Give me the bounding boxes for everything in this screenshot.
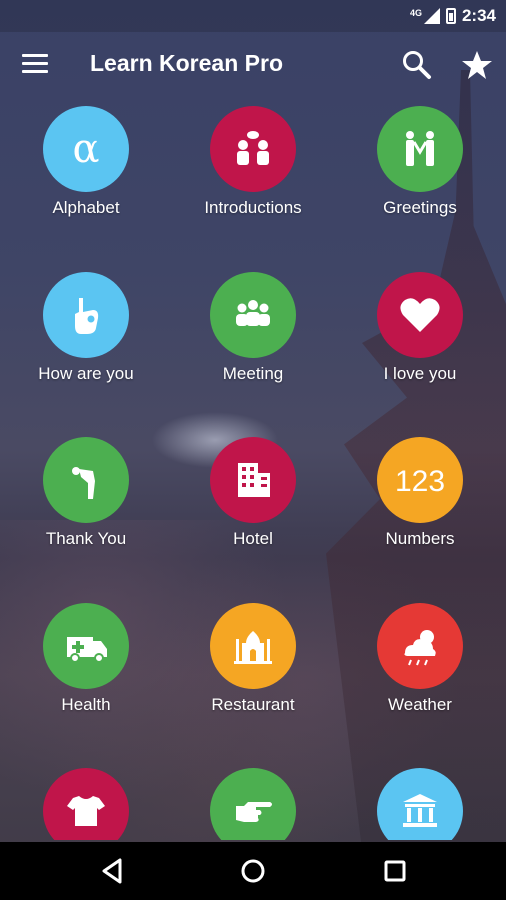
numbers-icon: 123 [395,465,445,498]
category-meeting[interactable]: Meeting [169,266,337,406]
category-directions[interactable] [169,762,337,840]
category-circle [210,106,296,192]
handshake-icon [406,131,434,166]
category-circle [377,272,463,358]
category-label: Greetings [383,198,457,217]
category-circle [210,603,296,689]
svg-text:α: α [72,126,99,172]
category-circle [43,603,129,689]
category-grid: α Alphabet Introductions Greetings How a… [0,100,506,840]
category-i-love-you[interactable]: I love you [336,266,504,406]
building-icon [238,463,270,497]
category-circle [43,768,129,840]
home-icon[interactable] [236,854,270,888]
category-how-are-you[interactable]: How are you [2,266,170,406]
category-clothing[interactable] [2,762,170,840]
category-weather[interactable]: Weather [336,597,504,737]
category-label: Numbers [385,529,455,548]
category-circle [377,768,463,840]
tshirt-icon [67,796,105,826]
category-circle [377,603,463,689]
category-circle: 123 [377,437,463,523]
category-label: Introductions [204,198,302,217]
category-label: Hotel [233,529,273,548]
alpha-icon: α [72,126,99,172]
system-nav-bar [0,842,506,900]
category-circle [210,768,296,840]
heart-icon [400,298,440,332]
category-label: How are you [38,364,134,383]
group-icon [236,300,270,326]
category-label: Thank You [45,529,127,548]
back-icon[interactable] [96,854,130,888]
weather-icon [404,630,436,666]
category-circle [43,272,129,358]
category-circle: α [43,106,129,192]
category-circle [377,106,463,192]
bowing-person-icon [72,467,95,499]
category-restaurant[interactable]: Restaurant [169,597,337,737]
menu-icon[interactable] [22,54,48,76]
category-health[interactable]: Health [2,597,170,737]
status-time: 2:34 [461,6,496,25]
category-label: I love you [383,364,457,383]
category-bank[interactable] [336,762,504,840]
signal-icon [423,8,440,24]
category-alphabet[interactable]: α Alphabet [2,100,170,240]
category-label: Alphabet [52,198,120,217]
bank-icon [403,794,437,827]
category-label: Weather [388,695,452,714]
ambulance-icon [67,637,107,663]
star-icon[interactable] [460,48,494,82]
people-talking-icon [237,131,269,165]
category-introductions[interactable]: Introductions [169,100,337,240]
category-greetings[interactable]: Greetings [336,100,504,240]
svg-text:123: 123 [395,465,445,498]
category-hotel[interactable]: Hotel [169,431,337,571]
palace-icon [234,631,272,664]
app-bar: Learn Korean Pro [0,32,506,100]
category-circle [43,437,129,523]
search-icon[interactable] [400,48,434,82]
ok-hand-icon [75,298,99,334]
pointing-hand-icon [236,802,272,822]
status-bar: 4G 2:34 [0,0,506,32]
app-title: Learn Korean Pro [90,50,283,76]
battery-icon [445,8,456,24]
category-numbers[interactable]: 123 Numbers [336,431,504,571]
category-label: Restaurant [211,695,295,714]
category-circle [210,437,296,523]
category-thank-you[interactable]: Thank You [2,431,170,571]
recents-icon[interactable] [378,854,412,888]
category-circle [210,272,296,358]
network-type: 4G [409,8,422,18]
category-label: Health [61,695,111,714]
category-label: Meeting [222,364,284,383]
